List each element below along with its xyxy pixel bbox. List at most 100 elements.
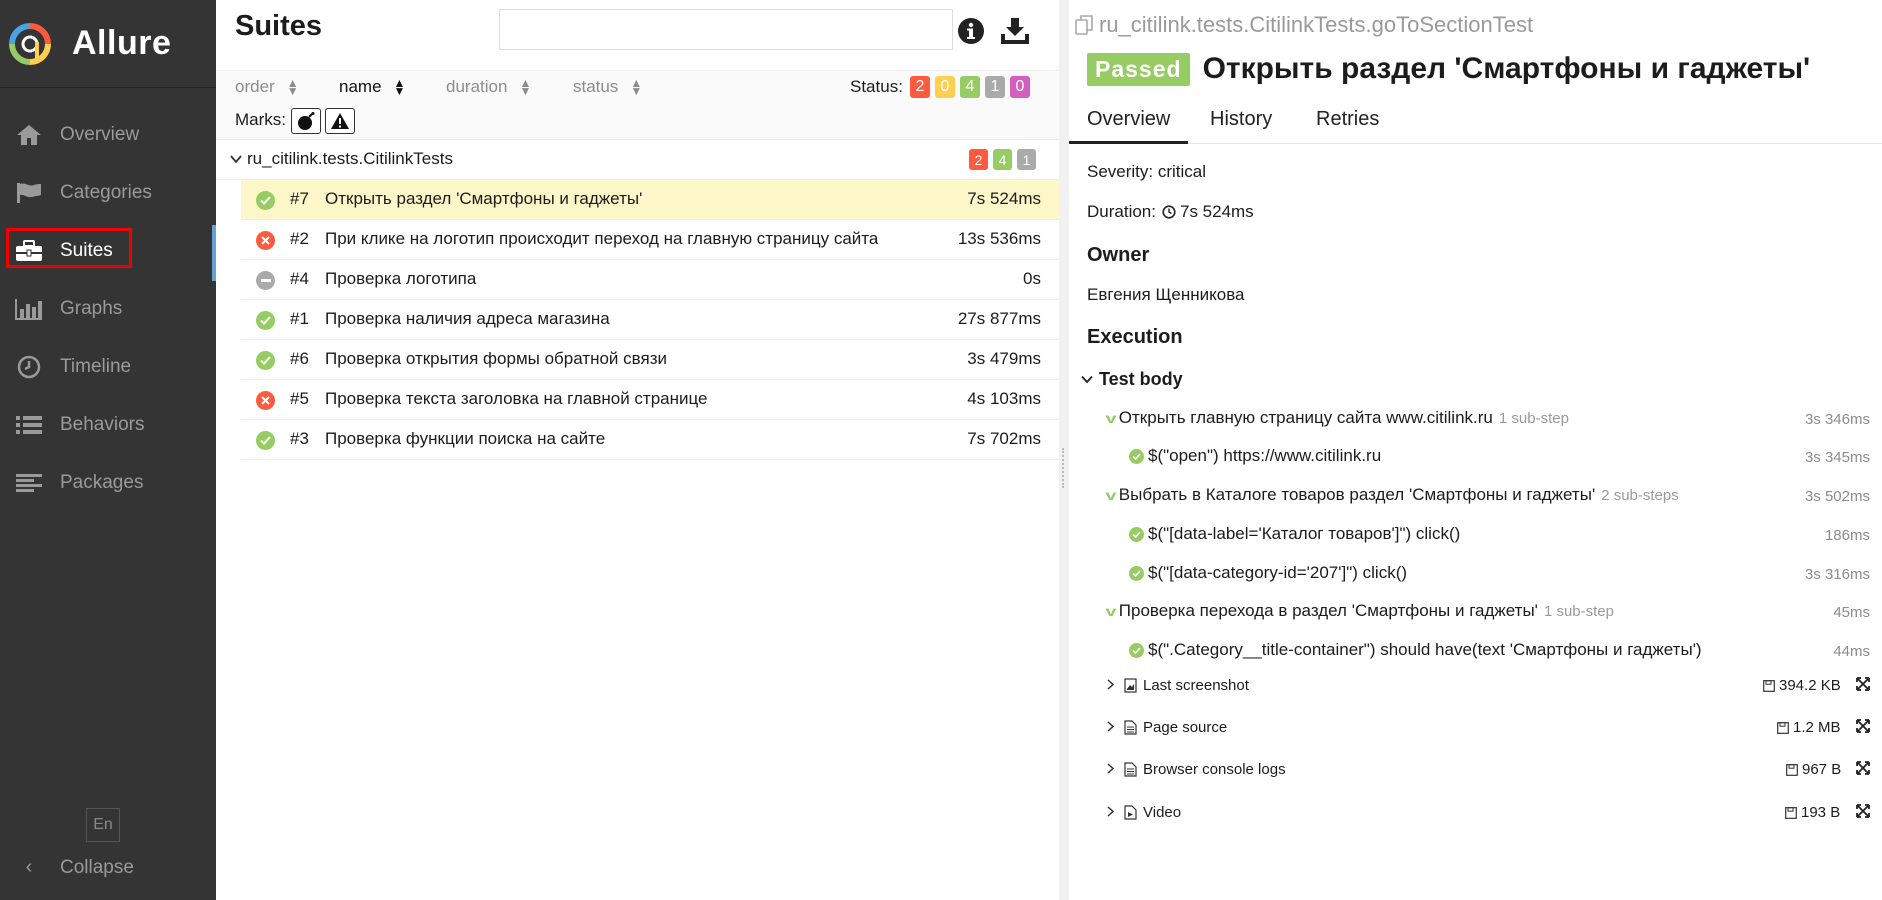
detail-tabs: Overview History Retries — [1069, 100, 1882, 144]
sort-name[interactable]: name ▲ ▼ — [339, 76, 406, 98]
test-duration: 0s — [1023, 269, 1041, 288]
passed-icon — [1129, 526, 1144, 542]
test-number: #6 — [290, 349, 309, 368]
test-row[interactable]: #4 Проверка логотипа 0s — [241, 260, 1059, 300]
test-row[interactable]: #1 Проверка наличия адреса магазина 27s … — [241, 300, 1059, 340]
step-duration: 3s 502ms — [1804, 488, 1870, 505]
duration-value: 7s 524ms — [1179, 202, 1254, 221]
sort-order[interactable]: order ▲ ▼ — [235, 76, 299, 98]
test-row[interactable]: #5 Проверка текста заголовка на главной … — [241, 380, 1059, 420]
expand-icon[interactable] — [1856, 804, 1870, 823]
expand-icon[interactable] — [1856, 677, 1870, 696]
attachment-size-value: 394.2 KB — [1779, 677, 1841, 694]
test-name: Проверка наличия адреса магазина — [325, 309, 610, 328]
warning-mark-toggle[interactable] — [325, 108, 355, 134]
brand[interactable]: Allure — [0, 0, 216, 88]
attachment-row[interactable]: Browser console logs — [1107, 761, 1286, 778]
sort-order-label: order — [235, 77, 275, 96]
splitter-grip-icon — [1062, 448, 1066, 488]
attachment-row[interactable]: Video — [1107, 804, 1181, 821]
chevron-right-icon — [1107, 762, 1115, 777]
sidebar-item-timeline[interactable]: Timeline — [0, 338, 216, 396]
substep-row[interactable]: $("[data-label='Каталог товаров']") clic… — [1129, 524, 1460, 544]
test-number: #7 — [290, 189, 309, 208]
failed-count-toggle[interactable]: 2 — [910, 76, 930, 98]
passed-count-toggle[interactable]: 4 — [960, 76, 980, 98]
owner-name: Евгения Щенникова — [1087, 285, 1245, 304]
attachment-name: Page source — [1143, 719, 1228, 736]
passed-icon — [256, 431, 275, 450]
sort-icon: ▲ ▼ — [393, 76, 406, 98]
highlight-box — [6, 228, 132, 268]
attachment-name: Last screenshot — [1143, 677, 1249, 694]
expand-icon[interactable] — [1856, 761, 1870, 780]
sidebar-item-graphs[interactable]: Graphs — [0, 280, 216, 338]
sidebar-item-suites[interactable]: Suites — [0, 222, 216, 280]
unknown-count-toggle[interactable]: 0 — [1010, 76, 1030, 98]
panel-splitter[interactable] — [1059, 0, 1069, 900]
suites-panel: Suites order ▲ ▼ name ▲ ▼ duration ▲ ▼ s… — [216, 0, 1059, 900]
download-button[interactable] — [998, 14, 1032, 48]
test-row[interactable]: #6 Проверка открытия формы обратной связ… — [241, 340, 1059, 380]
step-name: $("open") https://www.citilink.ru — [1148, 446, 1382, 465]
substep-row[interactable]: $("[data-category-id='207']") click() — [1129, 563, 1407, 583]
step-duration: 3s 316ms — [1804, 566, 1870, 583]
substep-count: 1 sub-step — [1543, 602, 1614, 620]
attachment-row[interactable]: Last screenshot — [1107, 677, 1249, 694]
test-body-toggle[interactable]: Test body — [1081, 369, 1183, 390]
expand-icon[interactable] — [1856, 719, 1870, 738]
flaky-mark-toggle[interactable] — [291, 108, 321, 134]
sort-name-label: name — [339, 77, 382, 96]
sort-status-label: status — [573, 77, 619, 96]
chevron-down-icon — [230, 151, 242, 167]
step-row[interactable]: v Проверка перехода в раздел 'Смартфоны … — [1105, 601, 1614, 621]
sort-status[interactable]: status ▲ ▼ — [573, 77, 642, 97]
skipped-count-toggle[interactable]: 1 — [985, 76, 1005, 98]
test-row[interactable]: #2 При клике на логотип происходит перех… — [241, 220, 1059, 260]
sidebar: Allure Overview Categories Suites Graphs… — [0, 0, 216, 900]
passed-icon — [1129, 642, 1144, 658]
test-row[interactable]: #3 Проверка функции поиска на сайте 7s 7… — [241, 420, 1059, 460]
step-name: $("[data-label='Каталог товаров']") clic… — [1148, 524, 1461, 543]
attachment-name: Video — [1143, 804, 1182, 821]
duration-label: Duration: — [1087, 202, 1156, 221]
attachment-row[interactable]: Page source — [1107, 719, 1227, 736]
sidebar-item-overview[interactable]: Overview — [0, 106, 216, 164]
file-text-icon — [1124, 720, 1137, 735]
failed-count: 2 — [969, 149, 988, 170]
attachment-size: 1.2 MB — [1777, 719, 1841, 736]
sidebar-item-categories[interactable]: Categories — [0, 164, 216, 222]
tab-overview[interactable]: Overview — [1069, 108, 1189, 144]
step-row[interactable]: v Выбрать в Каталоге товаров раздел 'Сма… — [1105, 485, 1678, 505]
sort-icon: ▲ ▼ — [286, 76, 299, 98]
test-title: Открыть раздел 'Смартфоны и гаджеты' — [1202, 52, 1811, 85]
collapse-button[interactable]: ‹ Collapse — [14, 856, 134, 879]
sidebar-item-packages[interactable]: Packages — [0, 454, 216, 512]
substep-count: 1 sub-step — [1498, 409, 1569, 427]
info-button[interactable] — [954, 14, 988, 48]
suite-group-row[interactable]: ru_citilink.tests.CitilinkTests 2 4 1 — [216, 140, 1059, 180]
substep-row[interactable]: $(".Category__title-container") should h… — [1129, 640, 1702, 660]
home-icon — [14, 122, 44, 148]
test-duration: 7s 702ms — [967, 429, 1041, 448]
sort-duration[interactable]: duration ▲ ▼ — [446, 76, 532, 98]
suites-header: Suites — [216, 0, 1059, 70]
step-row[interactable]: v Открыть главную страницу сайта www.cit… — [1105, 408, 1569, 428]
test-number: #4 — [290, 269, 309, 288]
sort-icon: ▲ ▼ — [519, 76, 532, 98]
info-icon — [958, 18, 984, 44]
search-input[interactable] — [499, 9, 953, 50]
substep-row[interactable]: $("open") https://www.citilink.ru — [1129, 446, 1381, 466]
broken-count-toggle[interactable]: 0 — [935, 76, 955, 98]
language-button[interactable]: En — [86, 808, 120, 842]
test-row[interactable]: #7 Открыть раздел 'Смартфоны и гаджеты' … — [241, 180, 1059, 220]
download-icon — [1001, 18, 1029, 44]
tab-history[interactable]: History — [1192, 108, 1290, 144]
severity: Severity: critical — [1087, 162, 1207, 181]
copy-icon[interactable] — [1075, 15, 1093, 35]
attachment-size-value: 193 B — [1801, 804, 1841, 821]
sidebar-item-behaviors[interactable]: Behaviors — [0, 396, 216, 454]
tab-retries[interactable]: Retries — [1298, 108, 1397, 144]
failed-icon — [256, 391, 275, 410]
failed-icon — [256, 231, 275, 250]
